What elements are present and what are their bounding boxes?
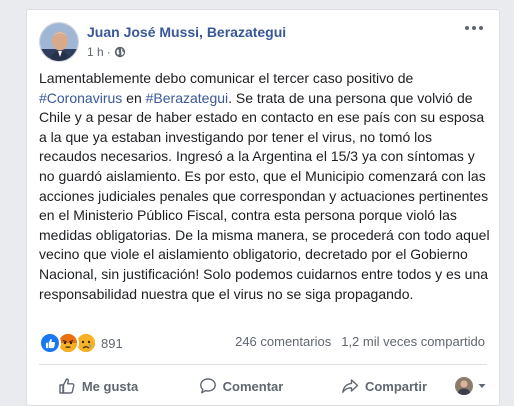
thumbs-up-icon (59, 378, 75, 394)
chevron-down-icon (478, 384, 486, 388)
like-label: Me gusta (81, 378, 139, 394)
post-text-part-1: Lamentablemente debo comunicar el tercer… (39, 70, 414, 86)
share-button[interactable]: Compartir (325, 370, 443, 402)
comment-label: Comentar (222, 378, 284, 394)
hashtag-coronavirus[interactable]: #Coronavirus (39, 90, 122, 106)
profile-photo (40, 23, 78, 61)
author-avatar[interactable] (39, 22, 79, 62)
comment-count[interactable]: 246 comentarios (235, 334, 331, 349)
avatar (455, 377, 473, 395)
action-bar: Me gusta Comentar Compartir (39, 366, 487, 406)
like-icon (39, 332, 61, 354)
divider (39, 364, 487, 365)
comment-icon (199, 378, 216, 394)
post-text: Lamentablemente debo comunicar el tercer… (39, 69, 491, 304)
post-time[interactable]: 1 h (87, 45, 104, 59)
post-text-part-3: . Se trata de una persona que volvió de … (39, 89, 490, 302)
meta-separator: · (106, 45, 111, 59)
audience-selector[interactable] (455, 377, 487, 395)
more-options-icon[interactable] (463, 20, 485, 36)
share-count[interactable]: 1,2 mil veces compartido (341, 334, 485, 349)
post-text-part-2: en (122, 89, 146, 106)
reactions-summary[interactable]: 891 (39, 332, 123, 354)
comment-button[interactable]: Comentar (169, 370, 313, 402)
post-stats: 246 comentarios 1,2 mil veces compartido (235, 334, 485, 349)
like-button[interactable]: Me gusta (39, 370, 157, 402)
hashtag-berazategui[interactable]: #Berazategui (146, 90, 229, 106)
author-name[interactable]: Juan José Mussi, Berazategui (87, 24, 286, 40)
share-label: Compartir (364, 378, 428, 394)
post-meta: 1 h · (87, 45, 126, 59)
post-card: Juan José Mussi, Berazategui 1 h · Lamen… (26, 9, 500, 406)
share-arrow-icon (342, 379, 359, 393)
globe-icon[interactable] (114, 46, 126, 58)
reaction-count: 891 (101, 335, 123, 351)
